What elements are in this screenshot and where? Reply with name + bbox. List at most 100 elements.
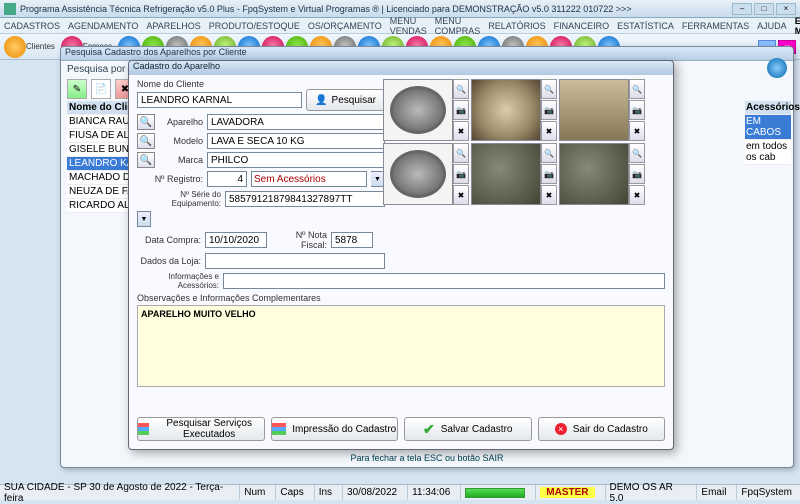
- sair-button[interactable]: ×Sair do Cadastro: [538, 417, 666, 441]
- input-loja[interactable]: [205, 253, 385, 269]
- status-num: Num: [239, 485, 269, 500]
- search-new-button[interactable]: ✎: [67, 79, 87, 99]
- status-time: 11:34:06: [407, 485, 454, 500]
- thumb-zoom-icon[interactable]: 🔍: [541, 143, 557, 163]
- pesquisar-label: Pesquisar: [332, 95, 376, 106]
- search-go-icon[interactable]: [767, 58, 787, 78]
- label-obs: Observações e Informações Complementares: [137, 293, 665, 303]
- photo-thumb-4[interactable]: [383, 143, 453, 205]
- input-nome-cliente[interactable]: [137, 92, 302, 108]
- select-acessorios[interactable]: Sem Acessórios: [251, 171, 367, 187]
- textarea-observacoes[interactable]: [137, 305, 665, 387]
- lookup-aparelho-button[interactable]: 🔍: [137, 114, 155, 130]
- menu-ferramentas[interactable]: FERRAMENTAS: [682, 21, 749, 31]
- menu-financeiro[interactable]: FINANCEIRO: [554, 21, 610, 31]
- menu-relatorios[interactable]: RELATÓRIOS: [488, 21, 545, 31]
- thumb-add-icon[interactable]: 📷: [453, 100, 469, 120]
- input-registro[interactable]: [207, 171, 247, 187]
- photo-thumbnails: 🔍📷✖ 🔍📷✖ 🔍📷✖ 🔍📷✖ 🔍📷✖ 🔍📷✖: [383, 79, 665, 205]
- label-data-compra: Data Compra:: [137, 235, 201, 245]
- accessory-header: Acessórios: [745, 101, 791, 115]
- status-master: MASTER: [540, 487, 594, 498]
- lookup-marca-button[interactable]: 🔍: [137, 152, 155, 168]
- input-data-compra[interactable]: [205, 232, 267, 248]
- input-nota[interactable]: [331, 232, 373, 248]
- input-serie[interactable]: [225, 191, 385, 207]
- thumb-del-icon[interactable]: ✖: [541, 121, 557, 141]
- photo-thumb-1[interactable]: [383, 79, 453, 141]
- label-modelo: Modelo: [159, 136, 203, 146]
- toolbar-clientes-label: Clientes: [26, 42, 55, 51]
- maximize-button[interactable]: □: [754, 3, 774, 15]
- client-row[interactable]: RICARDO ALMEID: [67, 199, 133, 213]
- thumb-del-icon[interactable]: ✖: [453, 185, 469, 205]
- client-list-header: Nome do Cliente: [67, 101, 133, 115]
- thumb-add-icon[interactable]: 📷: [541, 100, 557, 120]
- photo-thumb-5[interactable]: [471, 143, 541, 205]
- thumb-zoom-icon[interactable]: 🔍: [629, 79, 645, 99]
- menu-cadastros[interactable]: CADASTROS: [4, 21, 60, 31]
- client-row[interactable]: BIANCA RAU: [67, 115, 133, 129]
- search-window-footer: Para fechar a tela ESC ou botão SAIR: [61, 453, 793, 463]
- date-dropdown-button[interactable]: ▼: [137, 211, 151, 227]
- client-row[interactable]: FIUSA DE ALMEID: [67, 129, 133, 143]
- thumb-add-icon[interactable]: 📷: [541, 164, 557, 184]
- thumb-del-icon[interactable]: ✖: [629, 121, 645, 141]
- client-row[interactable]: GISELE BUNDCHE: [67, 143, 133, 157]
- toolbar-clientes-icon[interactable]: [4, 36, 26, 58]
- menu-estatistica[interactable]: ESTATÍSTICA: [617, 21, 674, 31]
- thumb-zoom-icon[interactable]: 🔍: [453, 79, 469, 99]
- client-list: Nome do Cliente BIANCA RAU FIUSA DE ALME…: [67, 101, 133, 213]
- impressao-button[interactable]: Impressão do Cadastro: [271, 417, 399, 441]
- close-button[interactable]: ×: [776, 3, 796, 15]
- salvar-button[interactable]: ✔Salvar Cadastro: [404, 417, 532, 441]
- input-aparelho[interactable]: [207, 114, 385, 130]
- menu-ajuda[interactable]: AJUDA: [757, 21, 787, 31]
- accessory-row[interactable]: em todos os cab: [745, 140, 791, 165]
- menu-email[interactable]: E-MAIL: [795, 16, 800, 36]
- status-ins: Ins: [314, 485, 336, 500]
- client-row[interactable]: MACHADO DE AS: [67, 171, 133, 185]
- menu-vendas[interactable]: MENU VENDAS: [390, 16, 427, 36]
- thumb-zoom-icon[interactable]: 🔍: [453, 143, 469, 163]
- status-date: 30/08/2022: [342, 485, 401, 500]
- photo-thumb-2[interactable]: [471, 79, 541, 141]
- list-icon: [138, 423, 149, 435]
- search-report-button[interactable]: 📄: [91, 79, 111, 99]
- input-marca[interactable]: [207, 152, 385, 168]
- accessory-row[interactable]: EM CABOS: [745, 115, 791, 140]
- thumb-add-icon[interactable]: 📷: [629, 100, 645, 120]
- thumb-add-icon[interactable]: 📷: [629, 164, 645, 184]
- label-marca: Marca: [159, 155, 203, 165]
- photo-thumb-3[interactable]: [559, 79, 629, 141]
- menu-os[interactable]: OS/ORÇAMENTO: [308, 21, 382, 31]
- thumb-zoom-icon[interactable]: 🔍: [629, 143, 645, 163]
- pesquisar-servicos-button[interactable]: Pesquisar Serviços Executados: [137, 417, 265, 441]
- thumb-add-icon[interactable]: 📷: [453, 164, 469, 184]
- thumb-zoom-icon[interactable]: 🔍: [541, 79, 557, 99]
- input-info[interactable]: [223, 273, 665, 289]
- thumb-del-icon[interactable]: ✖: [541, 185, 557, 205]
- lookup-modelo-button[interactable]: 🔍: [137, 133, 155, 149]
- photo-thumb-6[interactable]: [559, 143, 629, 205]
- status-bar: SUA CIDADE - SP 30 de Agosto de 2022 - T…: [0, 484, 800, 500]
- input-modelo[interactable]: [207, 133, 385, 149]
- menu-aparelhos[interactable]: APARELHOS: [146, 21, 200, 31]
- menu-compras[interactable]: MENU COMPRAS: [435, 16, 481, 36]
- label-registro: Nº Registro:: [137, 174, 203, 184]
- client-row-selected[interactable]: LEANDRO KARNA: [67, 157, 133, 171]
- status-progress: [465, 488, 525, 498]
- thumb-del-icon[interactable]: ✖: [629, 185, 645, 205]
- menu-agendamento[interactable]: AGENDAMENTO: [68, 21, 138, 31]
- window-controls: – □ ×: [732, 3, 796, 15]
- menu-produto[interactable]: PRODUTO/ESTOQUE: [209, 21, 300, 31]
- status-brand[interactable]: FpqSystem: [736, 485, 796, 500]
- cadastro-bottom-buttons: Pesquisar Serviços Executados Impressão …: [137, 417, 665, 441]
- thumb-del-icon[interactable]: ✖: [453, 121, 469, 141]
- minimize-button[interactable]: –: [732, 3, 752, 15]
- search-person-icon: 👤: [315, 95, 327, 106]
- client-row[interactable]: NEUZA DE FATIM: [67, 185, 133, 199]
- cadastro-window: Cadastro do Aparelho Nome do Cliente 👤 P…: [128, 60, 674, 450]
- pesquisar-cliente-button[interactable]: 👤 Pesquisar: [306, 89, 385, 111]
- status-email[interactable]: Email: [696, 485, 730, 500]
